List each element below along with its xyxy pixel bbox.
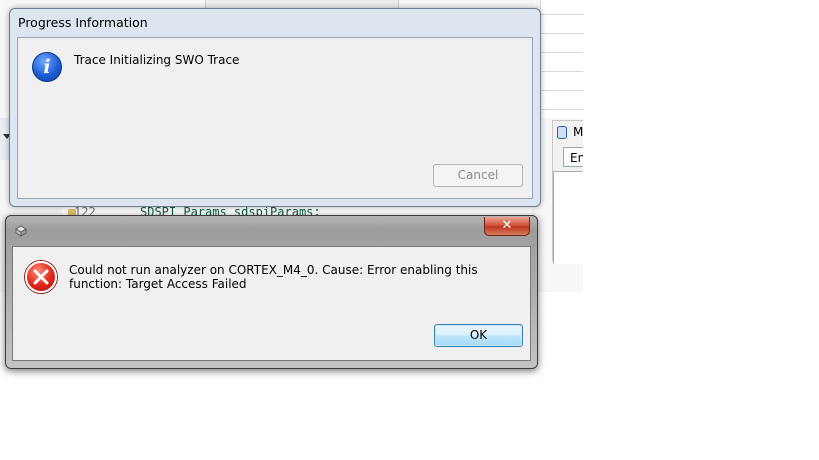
background-panel-tab-label: M [573, 125, 583, 139]
cancel-button[interactable]: Cancel [433, 164, 523, 187]
background-panel-box [553, 171, 583, 264]
background-panel-field[interactable]: En [563, 147, 583, 167]
error-dialog: ✕ Could not run analyzer on CORTEX_M4_0.… [5, 215, 538, 369]
database-icon [557, 126, 567, 139]
error-icon [25, 261, 57, 293]
close-icon: ✕ [501, 218, 513, 233]
background-grid [540, 0, 583, 118]
dialog-body: Could not run analyzer on CORTEX_M4_0. C… [12, 246, 531, 361]
close-button[interactable]: ✕ [484, 217, 530, 236]
ok-button[interactable]: OK [434, 324, 523, 347]
dialog-body: i Trace Initializing SWO Trace Cancel [17, 37, 533, 199]
progress-message: Trace Initializing SWO Trace [74, 53, 240, 67]
background-top-strip [205, 0, 399, 8]
progress-information-dialog: Progress Information i Trace Initializin… [9, 8, 541, 207]
dialog-title: Progress Information [18, 15, 148, 30]
window-menu-icon[interactable] [15, 225, 27, 237]
error-message: Could not run analyzer on CORTEX_M4_0. C… [69, 263, 478, 291]
info-icon: i [32, 52, 62, 82]
background-panel-tab[interactable]: M [557, 125, 583, 143]
background-side-panel: M En [552, 120, 583, 264]
